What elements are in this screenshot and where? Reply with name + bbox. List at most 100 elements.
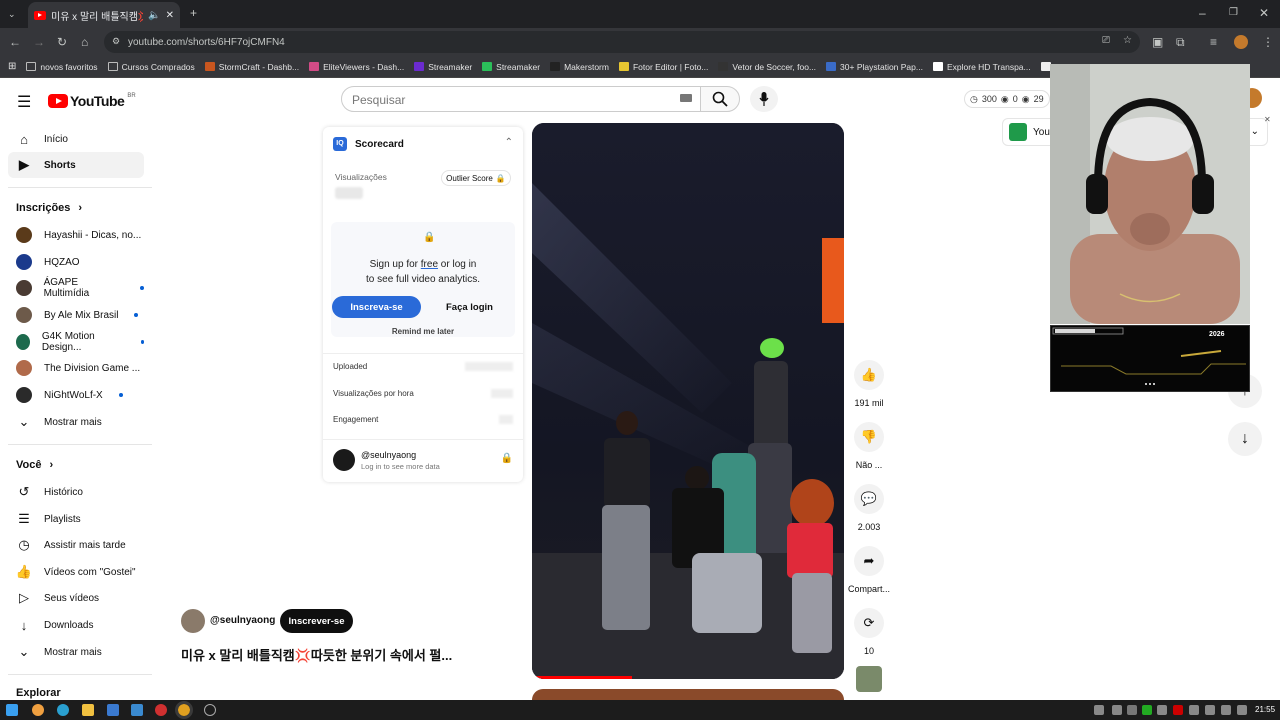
subscription-item[interactable]: By Ale Mix Brasil	[8, 302, 144, 328]
subscription-item[interactable]: HQZAO	[8, 249, 144, 275]
sidebar-item-shorts[interactable]: ▶ Shorts	[8, 152, 144, 178]
app-icon[interactable]	[32, 704, 44, 716]
subscription-item[interactable]: Hayashii - Dicas, no...	[8, 222, 144, 248]
youtube-logo[interactable]: YouTube BR	[48, 93, 136, 109]
outlier-score-chip[interactable]: Outlier Score 🔒	[441, 170, 511, 186]
media-icon[interactable]: ≡	[1210, 36, 1217, 48]
bookmark-item[interactable]: Vetor de Soccer, foo...	[718, 62, 816, 72]
tray-icon[interactable]	[1094, 705, 1104, 715]
apps-grid-icon[interactable]: ⊞	[8, 61, 16, 72]
install-icon[interactable]: ⎚	[1102, 35, 1110, 46]
sidebar-item-your-videos[interactable]: ▷ Seus vídeos	[8, 585, 144, 611]
channel-avatar[interactable]	[181, 609, 205, 633]
minimize-icon[interactable]: –	[1199, 7, 1206, 19]
reload-icon[interactable]: ↻	[57, 36, 67, 48]
menu-dots-icon[interactable]: ⋮	[1262, 36, 1274, 48]
site-info-icon[interactable]: ⚙	[112, 36, 120, 47]
stats-widget[interactable]: ◷ 300 ◉ 0 ◉ 29	[964, 90, 1050, 108]
tray-icon[interactable]	[1189, 705, 1199, 715]
app-icon[interactable]	[131, 704, 143, 716]
next-short-button[interactable]: ↓	[1228, 422, 1262, 456]
keyboard-icon[interactable]	[680, 94, 692, 102]
sidebar-item-playlists[interactable]: ☰ Playlists	[8, 506, 144, 532]
sidebar-item-home[interactable]: ⌂ Início	[8, 126, 144, 152]
like-button[interactable]: 👍	[854, 360, 884, 390]
subscription-item[interactable]: G4K Motion Design...	[8, 329, 144, 355]
network-icon[interactable]	[1205, 705, 1215, 715]
url-input[interactable]: ⚙ youtube.com/shorts/6HF7ojCMFN4 ⎚ ☆	[104, 31, 1140, 53]
profile-avatar-icon[interactable]	[1234, 35, 1248, 49]
voice-search-button[interactable]	[750, 86, 778, 112]
remix-button[interactable]: ⟳	[854, 608, 884, 638]
app-icon[interactable]	[155, 704, 167, 716]
bookmark-item[interactable]: Fotor Editor | Foto...	[618, 62, 708, 72]
short-title[interactable]: 미유 x 말리 배틀직캠💢따듯한 분위기 속에서 펄...	[181, 645, 452, 664]
scorecard-subscribe-button[interactable]: Inscreva-se	[332, 296, 421, 318]
close-window-icon[interactable]: ✕	[1259, 7, 1269, 19]
tray-icon[interactable]	[1112, 705, 1122, 715]
bookmark-item[interactable]: 30+ Playstation Pap...	[826, 62, 923, 72]
bookmark-star-icon[interactable]: ☆	[1123, 35, 1132, 46]
puzzle-icon[interactable]: ⧉	[1176, 36, 1185, 48]
signup-free-link[interactable]: free	[421, 259, 438, 270]
start-icon[interactable]	[6, 704, 18, 716]
bookmark-item[interactable]: Streamaker	[482, 62, 540, 72]
sound-thumbnail[interactable]	[856, 666, 882, 692]
tray-icon[interactable]	[1127, 705, 1137, 715]
audio-icon[interactable]: 🔈	[148, 10, 160, 21]
sidebar-item-watch-later[interactable]: ◷ Assistir mais tarde	[8, 532, 144, 558]
bookmark-item[interactable]: novos favoritos	[26, 62, 98, 72]
tray-icon[interactable]	[1173, 705, 1183, 715]
bookmark-item[interactable]: Makerstorm	[550, 62, 609, 72]
short-channel-handle[interactable]: @seulnyaong	[210, 615, 275, 626]
hamburger-menu-icon[interactable]: ☰	[17, 92, 31, 112]
app-icon[interactable]	[204, 704, 216, 716]
remind-later-link[interactable]: Remind me later	[323, 327, 523, 336]
share-button[interactable]: ➦	[854, 546, 884, 576]
collapse-chevron-icon[interactable]: ⌃	[505, 137, 513, 148]
bookmark-item[interactable]: Explore HD Transpa...	[932, 62, 1031, 72]
forward-icon[interactable]: →	[33, 36, 45, 48]
tray-icon[interactable]	[1237, 705, 1247, 715]
clock-time[interactable]: 21:55	[1255, 705, 1275, 714]
next-short-preview[interactable]	[532, 689, 844, 700]
tab-search-icon[interactable]: ⌄	[8, 8, 16, 20]
store-icon[interactable]	[107, 704, 119, 716]
folder-icon[interactable]	[82, 704, 94, 716]
subscriptions-heading[interactable]: Inscrições ›	[16, 202, 82, 214]
bookmark-item[interactable]: Cursos Comprados	[107, 62, 195, 72]
close-icon[interactable]: ✕	[1264, 115, 1271, 124]
sidebar-item-history[interactable]: ↺ Histórico	[8, 479, 144, 505]
browser-tab[interactable]: 미유 x 말리 배틀직캠💢따 🔈 ✕	[28, 2, 180, 28]
bookmark-item[interactable]: EliteViewers - Dash...	[309, 62, 404, 72]
shorts-video-player[interactable]	[532, 123, 844, 679]
bookmark-item[interactable]: StormCraft - Dashb...	[204, 62, 299, 72]
scorecard-login-button[interactable]: Faça login	[425, 296, 514, 318]
bookmark-item[interactable]: Streamaker	[414, 62, 472, 72]
sidebar-item-downloads[interactable]: ↓ Downloads	[8, 612, 144, 638]
show-more-subscriptions[interactable]: ⌄ Mostrar mais	[8, 409, 144, 435]
restore-icon[interactable]: ❐	[1229, 7, 1238, 19]
subscription-item[interactable]: NiGhtWoLf-X	[8, 382, 144, 408]
search-button[interactable]	[700, 86, 740, 112]
you-heading[interactable]: Você ›	[16, 459, 53, 471]
sidebar-item-liked[interactable]: 👍 Vídeos com "Gostei"	[8, 559, 144, 585]
close-tab-icon[interactable]: ✕	[166, 10, 174, 21]
back-icon[interactable]: ←	[9, 36, 21, 48]
subscription-item[interactable]: The Division Game ...	[8, 355, 144, 381]
new-tab-icon[interactable]: +	[190, 7, 197, 19]
tray-icon[interactable]	[1157, 705, 1167, 715]
subscribe-button[interactable]: Inscrever-se	[280, 609, 353, 633]
edge-icon[interactable]	[57, 704, 69, 716]
show-more-you[interactable]: ⌄ Mostrar mais	[8, 639, 144, 665]
comments-button[interactable]: 💬	[854, 484, 884, 514]
dislike-button[interactable]: 👎	[854, 422, 884, 452]
tray-icon[interactable]	[1142, 705, 1152, 715]
volume-icon[interactable]	[1221, 705, 1231, 715]
home-browser-icon[interactable]: ⌂	[81, 36, 88, 48]
extension-icon[interactable]: ▣	[1152, 36, 1163, 48]
chevron-down-icon[interactable]: ⌄	[1251, 126, 1259, 137]
chrome-icon[interactable]	[175, 701, 193, 719]
search-input[interactable]: Pesquisar	[341, 86, 701, 112]
subscription-item[interactable]: ÁGAPE Multimídia	[8, 275, 144, 301]
